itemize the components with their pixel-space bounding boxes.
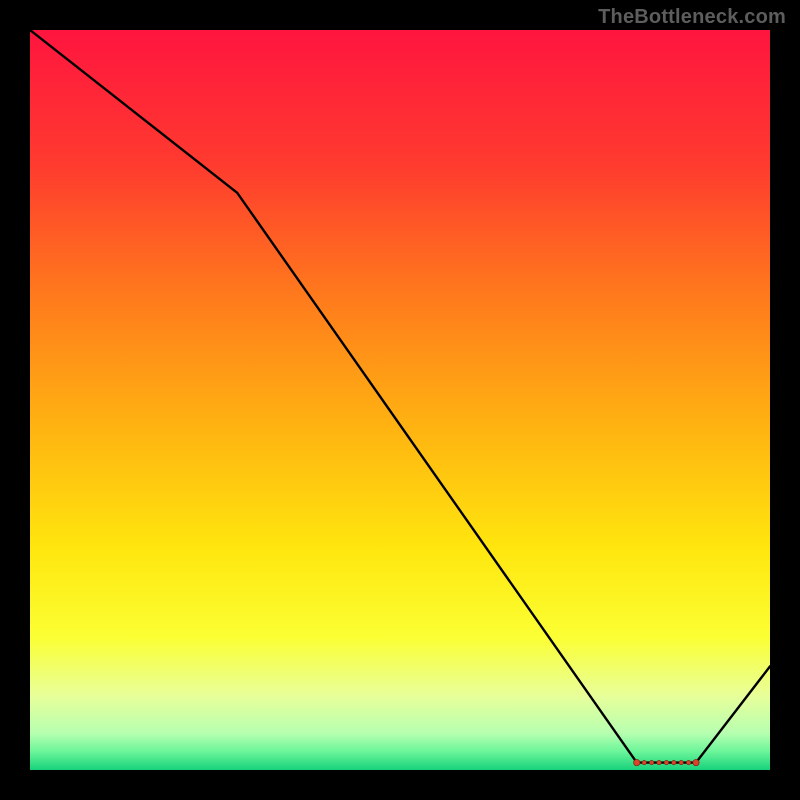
- plot-area: [30, 30, 770, 770]
- marker-dot: [649, 760, 653, 764]
- heatmap-background: [30, 30, 770, 770]
- chart-frame: TheBottleneck.com: [0, 0, 800, 800]
- marker-dot: [693, 759, 699, 765]
- marker-dot: [686, 760, 690, 764]
- marker-group: [634, 759, 700, 765]
- chart-svg: [30, 30, 770, 770]
- marker-dot: [672, 760, 676, 764]
- marker-dot: [664, 760, 668, 764]
- marker-dot: [657, 760, 661, 764]
- watermark-text: TheBottleneck.com: [598, 6, 786, 29]
- marker-dot: [642, 760, 646, 764]
- marker-dot: [679, 760, 683, 764]
- marker-dot: [634, 759, 640, 765]
